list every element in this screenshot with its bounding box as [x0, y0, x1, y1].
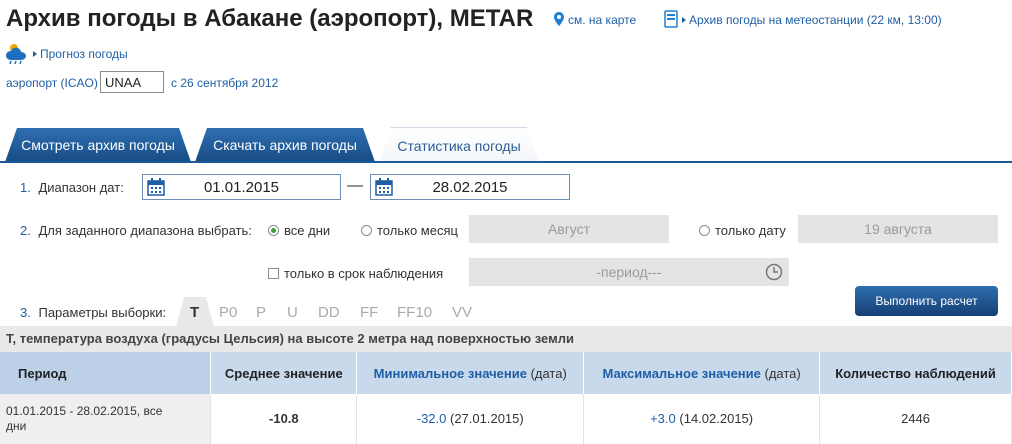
- tab-label: Скачать архив погоды: [213, 137, 357, 153]
- period-select[interactable]: -период---: [469, 258, 789, 286]
- run-calculation-button[interactable]: Выполнить расчет: [855, 286, 998, 316]
- radio-label: только месяц: [377, 223, 458, 238]
- station-archive-link[interactable]: Архив погоды на метеостанции (22 км, 13:…: [689, 13, 942, 27]
- minimum-date: (27.01.2015): [450, 411, 524, 427]
- col-period: Период: [0, 352, 212, 394]
- param-tab-vv[interactable]: VV: [452, 304, 472, 321]
- date-to-field[interactable]: 28.02.2015: [370, 174, 570, 200]
- map-pin-icon: [554, 12, 564, 26]
- radio-label: все дни: [284, 223, 331, 238]
- period-placeholder: -период---: [596, 264, 662, 280]
- checkbox-observation-time[interactable]: только в срок наблюдения: [268, 266, 443, 281]
- param-tab-p0[interactable]: P0: [219, 304, 237, 321]
- radio-button[interactable]: [699, 225, 710, 236]
- table-header-row: Период Среднее значение Минимальное знач…: [0, 352, 1012, 394]
- map-link[interactable]: см. на карте: [568, 13, 636, 27]
- radio-button[interactable]: [268, 225, 279, 236]
- tab-weather-statistics[interactable]: Статистика погоды: [379, 127, 539, 163]
- radio-button[interactable]: [361, 225, 372, 236]
- step2-label: Для заданного диапазона выбрать:: [38, 223, 252, 238]
- cell-average: -10.8: [210, 394, 358, 444]
- col-minimum: Минимальное значение (дата): [356, 352, 585, 394]
- forecast-link[interactable]: Прогноз погоды: [40, 47, 128, 61]
- cell-period: 01.01.2015 - 28.02.2015, все дни: [0, 394, 212, 444]
- table-row: 01.01.2015 - 28.02.2015, все дни -10.8 -3…: [0, 394, 1012, 444]
- maximum-date: (14.02.2015): [679, 411, 754, 427]
- period-text: 01.01.2015 - 28.02.2015, все: [6, 403, 163, 418]
- page-title: Архив погоды в Абакане (аэропорт), METAR: [6, 5, 534, 32]
- date-select[interactable]: 19 августа: [798, 215, 998, 243]
- tab-label: Смотреть архив погоды: [21, 137, 175, 153]
- param-tab-ff10[interactable]: FF10: [397, 304, 432, 321]
- radio-all-days[interactable]: все дни: [268, 223, 330, 238]
- arrow-icon: [33, 51, 37, 57]
- radio-date-only[interactable]: только дату: [699, 223, 786, 238]
- average-value: -10.8: [269, 411, 299, 427]
- arrow-icon: [682, 17, 686, 23]
- tab-view-archive[interactable]: Смотреть архив погоды: [5, 128, 191, 162]
- tab-label: Статистика погоды: [397, 137, 521, 154]
- cell-count: 2446: [819, 394, 1012, 444]
- cell-maximum: +3.0 (14.02.2015): [583, 394, 821, 444]
- param-tab-dd[interactable]: DD: [318, 304, 340, 321]
- step2-label-group: 2. Для заданного диапазона выбрать:: [20, 223, 252, 238]
- weather-cloud-icon: [6, 44, 26, 64]
- date-to-value: 28.02.2015: [432, 179, 508, 196]
- month-select[interactable]: Август: [469, 215, 669, 243]
- checkbox[interactable]: [268, 268, 279, 279]
- step1-label-group: 1. Диапазон дат:: [20, 180, 124, 195]
- step1-label: Диапазон дат:: [38, 180, 124, 195]
- station-link-group[interactable]: Архив погоды на метеостанции (22 км, 13:…: [664, 10, 942, 28]
- icao-input[interactable]: [100, 71, 164, 93]
- step-number: 2.: [20, 223, 31, 238]
- since-date-link[interactable]: с 26 сентября 2012: [171, 76, 278, 90]
- maximum-value: +3.0: [650, 411, 676, 427]
- step-number: 1.: [20, 180, 31, 195]
- forecast-link-group[interactable]: Прогноз погоды: [33, 47, 128, 61]
- date-separator: —: [347, 177, 363, 194]
- station-icon: [664, 10, 678, 28]
- clock-icon: [765, 263, 783, 281]
- step3-label: Параметры выборки:: [38, 305, 167, 320]
- tab-underline: [0, 161, 1012, 163]
- col-average: Среднее значение: [210, 352, 358, 394]
- cell-minimum: -32.0 (27.01.2015): [356, 394, 585, 444]
- param-tab-p[interactable]: P: [256, 304, 266, 321]
- map-link-group[interactable]: см. на карте: [554, 12, 636, 27]
- col-minimum-date: (дата): [530, 365, 567, 381]
- checkbox-label: только в срок наблюдения: [284, 266, 444, 281]
- parameter-description: T, температура воздуха (градусы Цельсия)…: [0, 326, 1012, 352]
- minimum-value: -32.0: [416, 411, 447, 427]
- tab-download-archive[interactable]: Скачать архив погоды: [195, 128, 375, 162]
- icao-label: аэропорт (ICAO): [6, 76, 98, 90]
- step3-label-group: 3. Параметры выборки:: [20, 305, 166, 320]
- radio-label: только дату: [715, 223, 786, 238]
- statistics-table: Период Среднее значение Минимальное знач…: [0, 352, 1012, 444]
- step-number: 3.: [20, 305, 31, 320]
- col-count: Количество наблюдений: [819, 352, 1012, 394]
- col-maximum-label: Максимальное значение: [602, 365, 761, 381]
- period-text: дни: [6, 418, 27, 433]
- param-tab-u[interactable]: U: [287, 304, 298, 321]
- date-from-value: 01.01.2015: [203, 179, 280, 196]
- col-maximum-date: (дата): [764, 365, 801, 381]
- date-from-field[interactable]: 01.01.2015: [142, 174, 341, 200]
- param-tab-t[interactable]: T: [190, 304, 199, 321]
- param-tab-ff[interactable]: FF: [360, 304, 378, 321]
- col-maximum: Максимальное значение (дата): [583, 352, 821, 394]
- col-minimum-label: Минимальное значение: [373, 365, 527, 381]
- since-link-group[interactable]: с 26 сентября 2012: [171, 76, 278, 90]
- radio-month-only[interactable]: только месяц: [361, 223, 458, 238]
